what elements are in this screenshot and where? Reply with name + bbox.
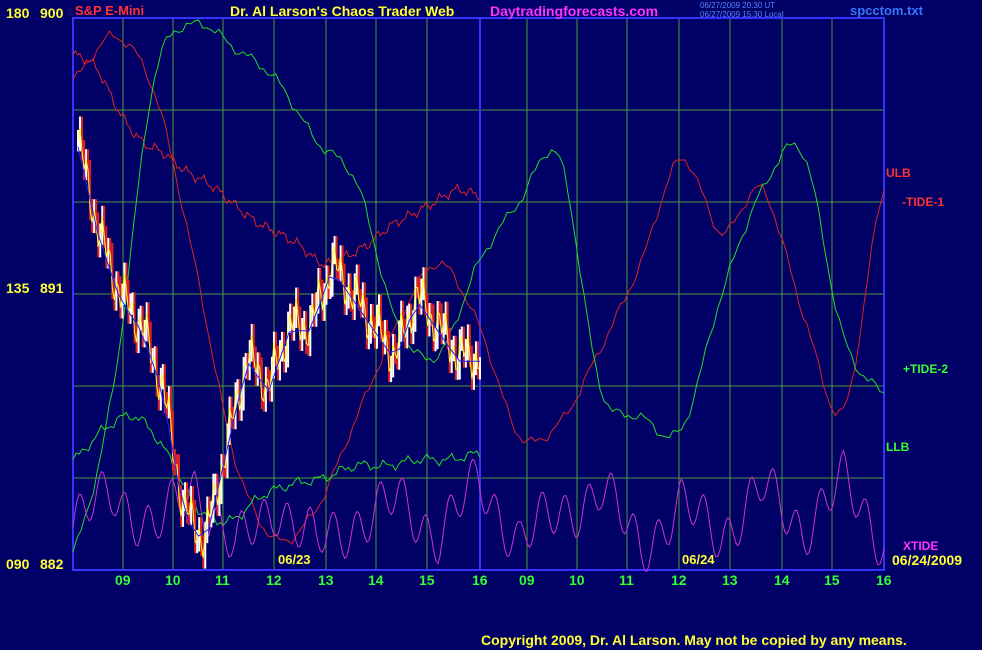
tide2-label: +TIDE-2 — [903, 362, 949, 376]
hour-label: 16 — [876, 572, 892, 588]
copyright-footer: Copyright 2009, Dr. Al Larson. May not b… — [481, 632, 907, 648]
chart-title: Dr. Al Larson's Chaos Trader Web — [230, 3, 455, 19]
axis-price-bottom: 882 — [40, 556, 64, 572]
hour-label: 13 — [722, 572, 738, 588]
date-label-day2: 06/24 — [682, 552, 715, 567]
hour-label: 15 — [419, 572, 435, 588]
filename-label: spcctom.txt — [850, 3, 923, 18]
hour-label: 12 — [266, 572, 282, 588]
axis-angle-mid: 135 — [6, 280, 30, 296]
hour-label: 14 — [774, 572, 790, 588]
instrument-label: S&P E-Mini — [75, 3, 145, 18]
series-llb — [72, 411, 481, 526]
llb-label: LLB — [886, 440, 910, 454]
series--tide-1 — [72, 30, 885, 545]
ulb-label: ULB — [886, 166, 911, 180]
axis-angle-bottom: 090 — [6, 556, 30, 572]
hour-label: 16 — [472, 572, 488, 588]
hour-label: 10 — [569, 572, 585, 588]
hour-label: 10 — [165, 572, 181, 588]
hour-label: 09 — [115, 572, 131, 588]
date-label-day1: 06/23 — [278, 552, 311, 567]
hour-label: 12 — [671, 572, 687, 588]
axis-price-mid: 891 — [40, 280, 64, 296]
grid-lines — [72, 17, 885, 571]
axis-price-top: 900 — [40, 5, 64, 21]
date-label-end: 06/24/2009 — [892, 552, 963, 568]
site-label: Daytradingforecasts.com — [490, 3, 659, 19]
timestamp-local: 06/27/2009 15:30 Local — [700, 10, 784, 19]
hour-label: 14 — [368, 572, 384, 588]
forecast-curves — [72, 19, 885, 573]
tide1-label: -TIDE-1 — [902, 195, 944, 209]
hour-label: 13 — [318, 572, 334, 588]
timestamp-ut: 06/27/2009 20:30 UT — [700, 1, 776, 10]
hour-label: 15 — [824, 572, 840, 588]
axis-angle-top: 180 — [6, 5, 30, 21]
hour-label: 11 — [619, 572, 634, 588]
chaos-chart — [72, 17, 885, 573]
xtide-label: XTIDE — [903, 539, 939, 553]
series-ulb — [72, 49, 481, 269]
hour-label: 09 — [519, 572, 535, 588]
hour-label: 11 — [215, 572, 230, 588]
